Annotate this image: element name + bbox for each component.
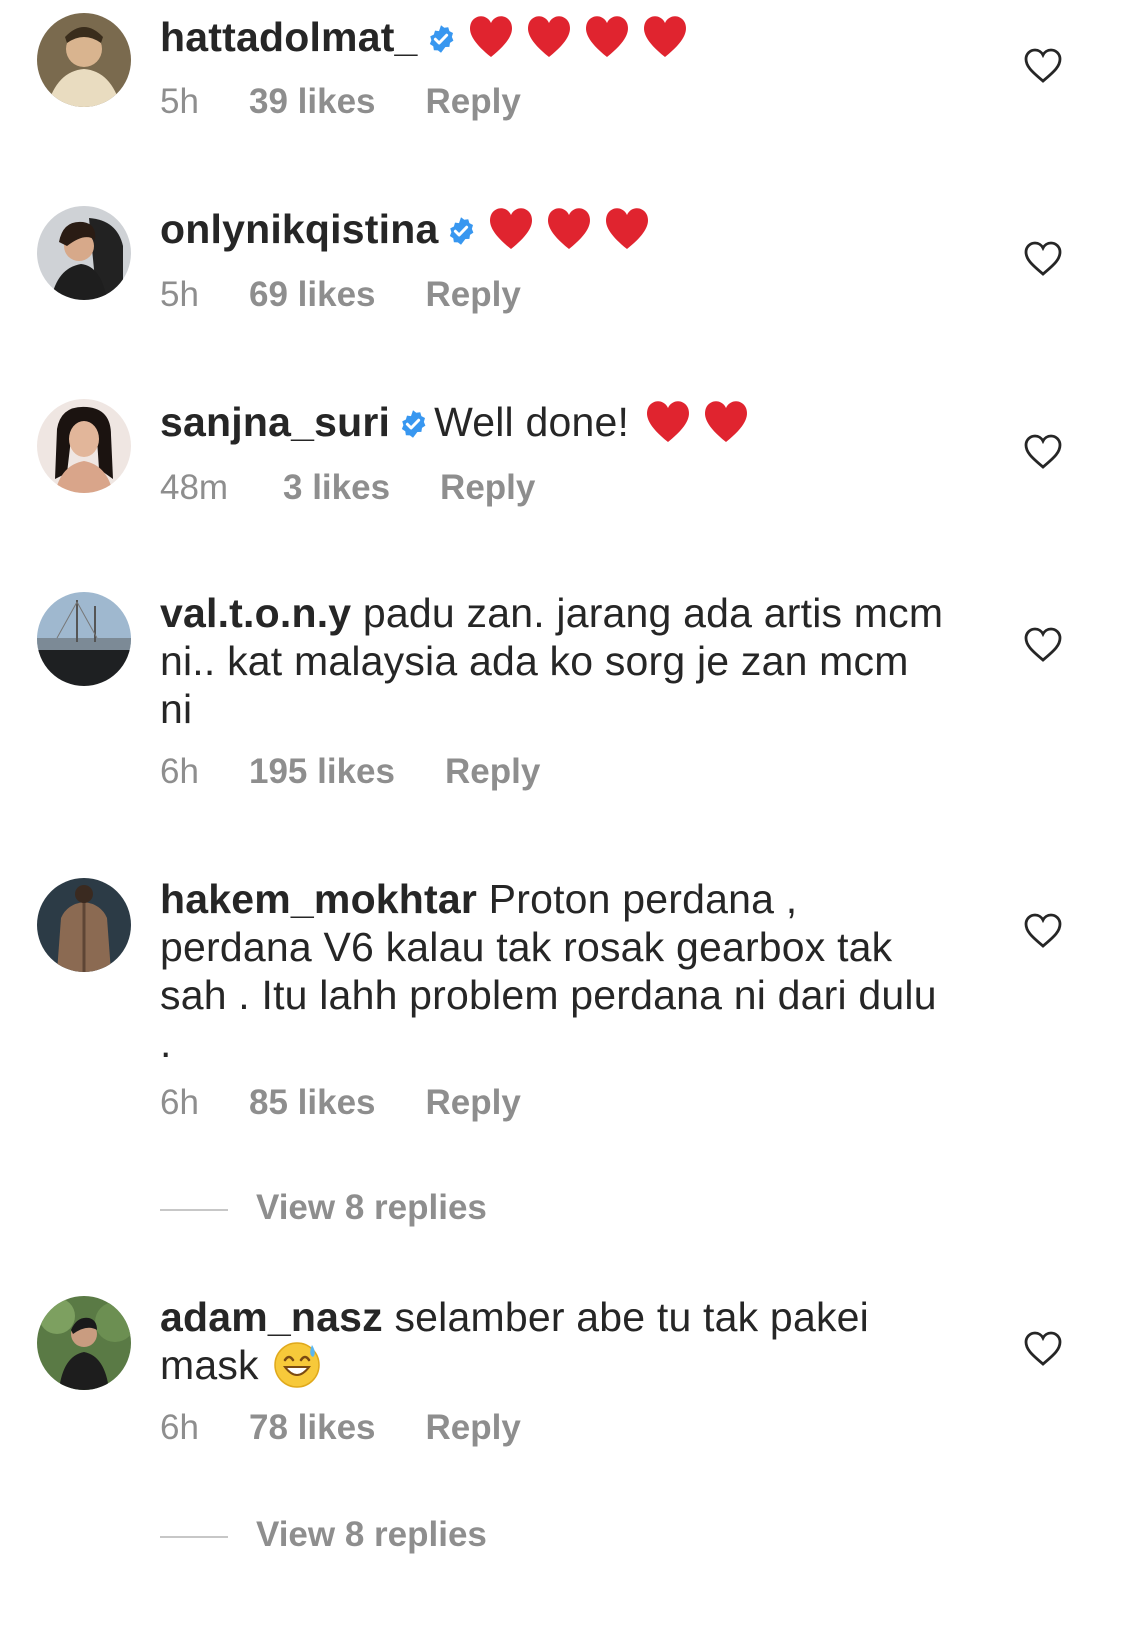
heart-outline-icon[interactable]	[1023, 1331, 1063, 1367]
view-replies-label: View 8 replies	[256, 1515, 487, 1554]
reply-button[interactable]: Reply	[426, 1083, 521, 1123]
avatar[interactable]	[37, 1296, 131, 1390]
reply-button[interactable]: Reply	[426, 1408, 521, 1448]
comment-meta: 6h 195 likes Reply	[160, 752, 540, 792]
avatar[interactable]	[37, 592, 131, 686]
comment-username[interactable]: adam_nasz	[160, 1294, 383, 1340]
comment-body: onlynikqistina	[160, 203, 950, 263]
verified-badge-icon	[446, 208, 476, 256]
divider-line	[160, 1535, 228, 1538]
verified-badge-icon	[426, 16, 456, 64]
avatar[interactable]	[37, 878, 131, 972]
reply-button[interactable]: Reply	[426, 275, 521, 315]
comment-body: hakem_mokhtar Proton perdana , perdana V…	[160, 875, 950, 1067]
comment-likes[interactable]: 195 likes	[249, 752, 395, 792]
heart-outline-icon[interactable]	[1023, 241, 1063, 277]
reply-button[interactable]: Reply	[440, 468, 535, 508]
comment-text: Well done!	[434, 399, 630, 445]
comment-username[interactable]: onlynikqistina	[160, 206, 438, 252]
comment-username[interactable]: val.t.o.n.y	[160, 590, 351, 636]
comment-likes[interactable]: 85 likes	[249, 1083, 376, 1123]
comment-meta: 48m 3 likes Reply	[160, 468, 535, 508]
heart-outline-icon[interactable]	[1023, 48, 1063, 84]
view-replies-button[interactable]: View 8 replies	[160, 1515, 487, 1555]
comment-likes[interactable]: 3 likes	[283, 468, 390, 508]
comment-time: 5h	[160, 82, 199, 121]
comment-time: 6h	[160, 752, 199, 791]
comment-username[interactable]: sanjna_suri	[160, 399, 390, 445]
avatar[interactable]	[37, 13, 131, 107]
comment-likes[interactable]: 69 likes	[249, 275, 376, 315]
comment-likes[interactable]: 39 likes	[249, 82, 376, 122]
comment-username[interactable]: hattadolmat_	[160, 14, 418, 60]
comment-username[interactable]: hakem_mokhtar	[160, 876, 477, 922]
heart-emoji	[466, 11, 698, 71]
grinning-sweat-emoji	[273, 1341, 321, 1399]
comment-meta: 5h 69 likes Reply	[160, 275, 521, 315]
verified-badge-icon	[398, 401, 428, 449]
comment-body: adam_nasz selamber abe tu tak pakei mask	[160, 1293, 950, 1399]
comment-time: 6h	[160, 1408, 199, 1447]
comment-time: 6h	[160, 1083, 199, 1122]
heart-outline-icon[interactable]	[1023, 913, 1063, 949]
comment-meta: 6h 85 likes Reply	[160, 1083, 521, 1123]
avatar[interactable]	[37, 206, 131, 300]
heart-outline-icon[interactable]	[1023, 627, 1063, 663]
reply-button[interactable]: Reply	[445, 752, 540, 792]
comment-body: hattadolmat_	[160, 11, 950, 71]
comment-meta: 6h 78 likes Reply	[160, 1408, 521, 1448]
comment-likes[interactable]: 78 likes	[249, 1408, 376, 1448]
comment-body: val.t.o.n.y padu zan. jarang ada artis m…	[160, 589, 950, 733]
comment-time: 48m	[160, 468, 229, 507]
view-replies-label: View 8 replies	[256, 1188, 487, 1227]
comment-body: sanjna_suri Well done!	[160, 396, 950, 456]
comment-time: 5h	[160, 275, 199, 314]
heart-outline-icon[interactable]	[1023, 434, 1063, 470]
avatar[interactable]	[37, 399, 131, 493]
divider-line	[160, 1208, 228, 1211]
reply-button[interactable]: Reply	[426, 82, 521, 122]
heart-emoji	[643, 396, 759, 456]
view-replies-button[interactable]: View 8 replies	[160, 1188, 487, 1228]
comment-meta: 5h 39 likes Reply	[160, 82, 521, 122]
heart-emoji	[486, 203, 660, 263]
